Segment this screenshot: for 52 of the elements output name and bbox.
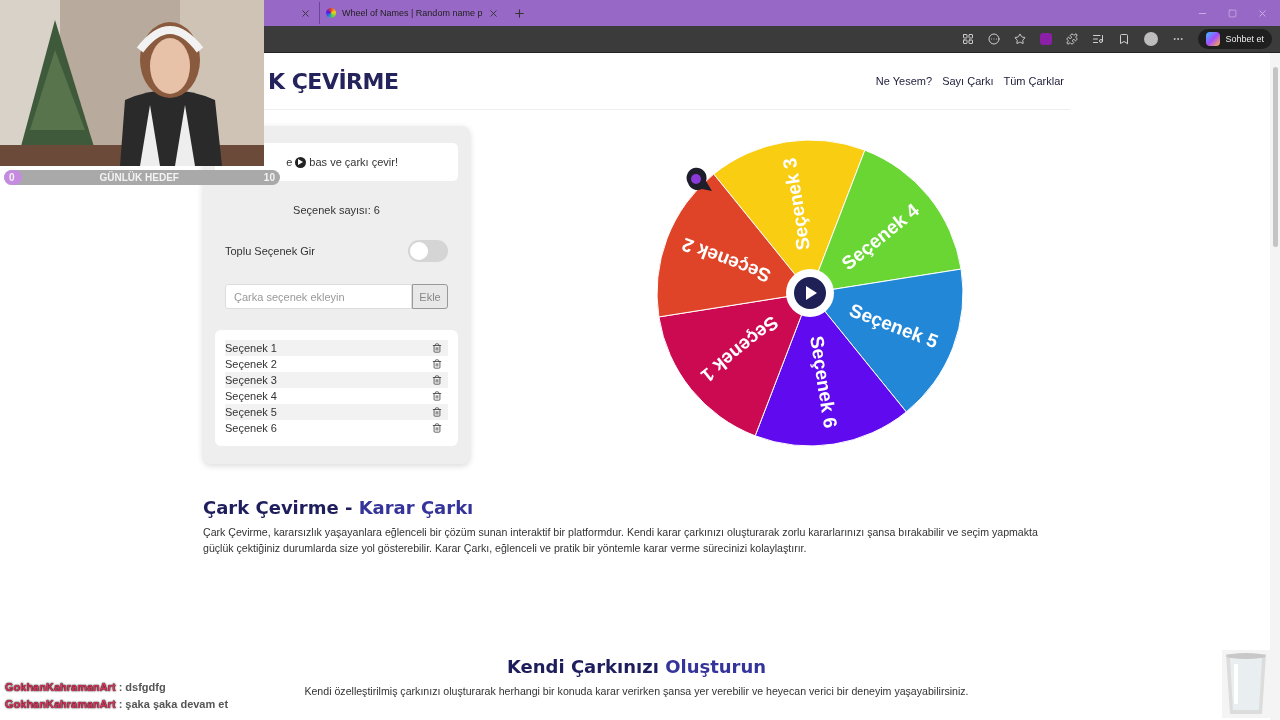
trash-icon[interactable] [432,407,442,417]
star-icon[interactable] [1014,33,1027,45]
goal-start: 0 [9,172,15,183]
scrollbar[interactable] [1270,53,1280,720]
chat-username: GokhanKahramanArt [5,681,116,693]
section-text: Çark Çevirme, kararsızlık yaşayanlara eğlenceli bir çözüm sunan interaktif bir platformdur. Kendi karar çarkınızı oluşturarak zorlu kararlarınızı şansa bırakabilir ve seçim yapmakta güçlük çektiğiniz durumlarda size yol gösterebilir. Karar Çarkı, eğlenceli ve pratik bir yöntemle karar verme sürecinizi kolaylaştırır. [203,525,1039,556]
goal-label: GÜNLÜK HEDEF [99,172,179,183]
trash-icon[interactable] [432,375,442,385]
segment-label: Seçenek 6 [805,334,842,430]
bulk-toggle[interactable] [408,240,448,262]
trash-icon[interactable] [432,359,442,369]
goal-end: 10 [263,172,275,183]
copilot-icon [1206,32,1221,46]
option-item: Seçenek 3 [225,374,277,386]
ellipsis-circle-icon[interactable] [988,33,1001,45]
trash-icon[interactable] [432,391,442,401]
option-item: Seçenek 5 [225,406,277,418]
chat-username: GokhanKahramanArt [5,698,116,710]
grid-icon[interactable] [962,33,975,45]
new-tab-icon[interactable] [513,6,527,20]
profile-avatar[interactable] [1144,32,1159,46]
chat-message: : şaka şaka devam et [118,698,229,710]
close-tab-icon[interactable] [300,7,311,19]
nav-link[interactable]: Sayı Çarkı [942,75,994,87]
option-count: Seçenek sayısı: 6 [292,204,381,216]
nav-link[interactable]: Tüm Çarklar [1003,75,1064,87]
browser-tab[interactable]: Wheel of Names | Random name p [319,2,506,24]
option-item: Seçenek 1 [225,342,277,354]
section-text: Kendi özelleştirilmiş çarkınızı oluşturarak herhangi bir konuda karar verirken şansa yer verebilir ve heyecan verici bir deneyim yaşayabilirsiniz. [303,684,970,699]
pointer-icon [686,167,712,191]
puzzle-icon[interactable] [1066,33,1079,45]
close-tab-icon[interactable] [488,7,500,19]
trash-icon[interactable] [432,343,442,353]
section-heading: Kendi Çarkınızı Oluşturun [505,656,768,677]
spin-button[interactable] [786,269,834,317]
trash-icon[interactable] [432,423,442,433]
option-item: Seçenek 2 [225,358,277,370]
segment-label: Seçenek 3 [778,156,815,252]
nav-link[interactable]: Ne Yesem? [875,75,933,87]
music-list-icon[interactable] [1092,33,1105,45]
instruction-text: e bas ve çarkı çevir! [286,156,398,168]
play-icon [295,156,307,168]
wheel-favicon-icon [326,8,336,18]
option-item: Seçenek 4 [225,390,277,402]
site-logo[interactable]: K ÇEVİRME [268,68,399,94]
toggle-label: Toplu Seçenek Gir [225,245,315,257]
option-input[interactable]: Çarka seçenek ekleyin [225,284,412,309]
option-item: Seçenek 6 [225,422,277,434]
chat-button[interactable]: Sohbet et [1198,29,1272,49]
section-heading: Çark Çevirme - Karar Çarkı [203,497,475,518]
chat-message: : dsfgdfg [118,681,166,693]
bookmark-icon[interactable] [1118,33,1131,45]
